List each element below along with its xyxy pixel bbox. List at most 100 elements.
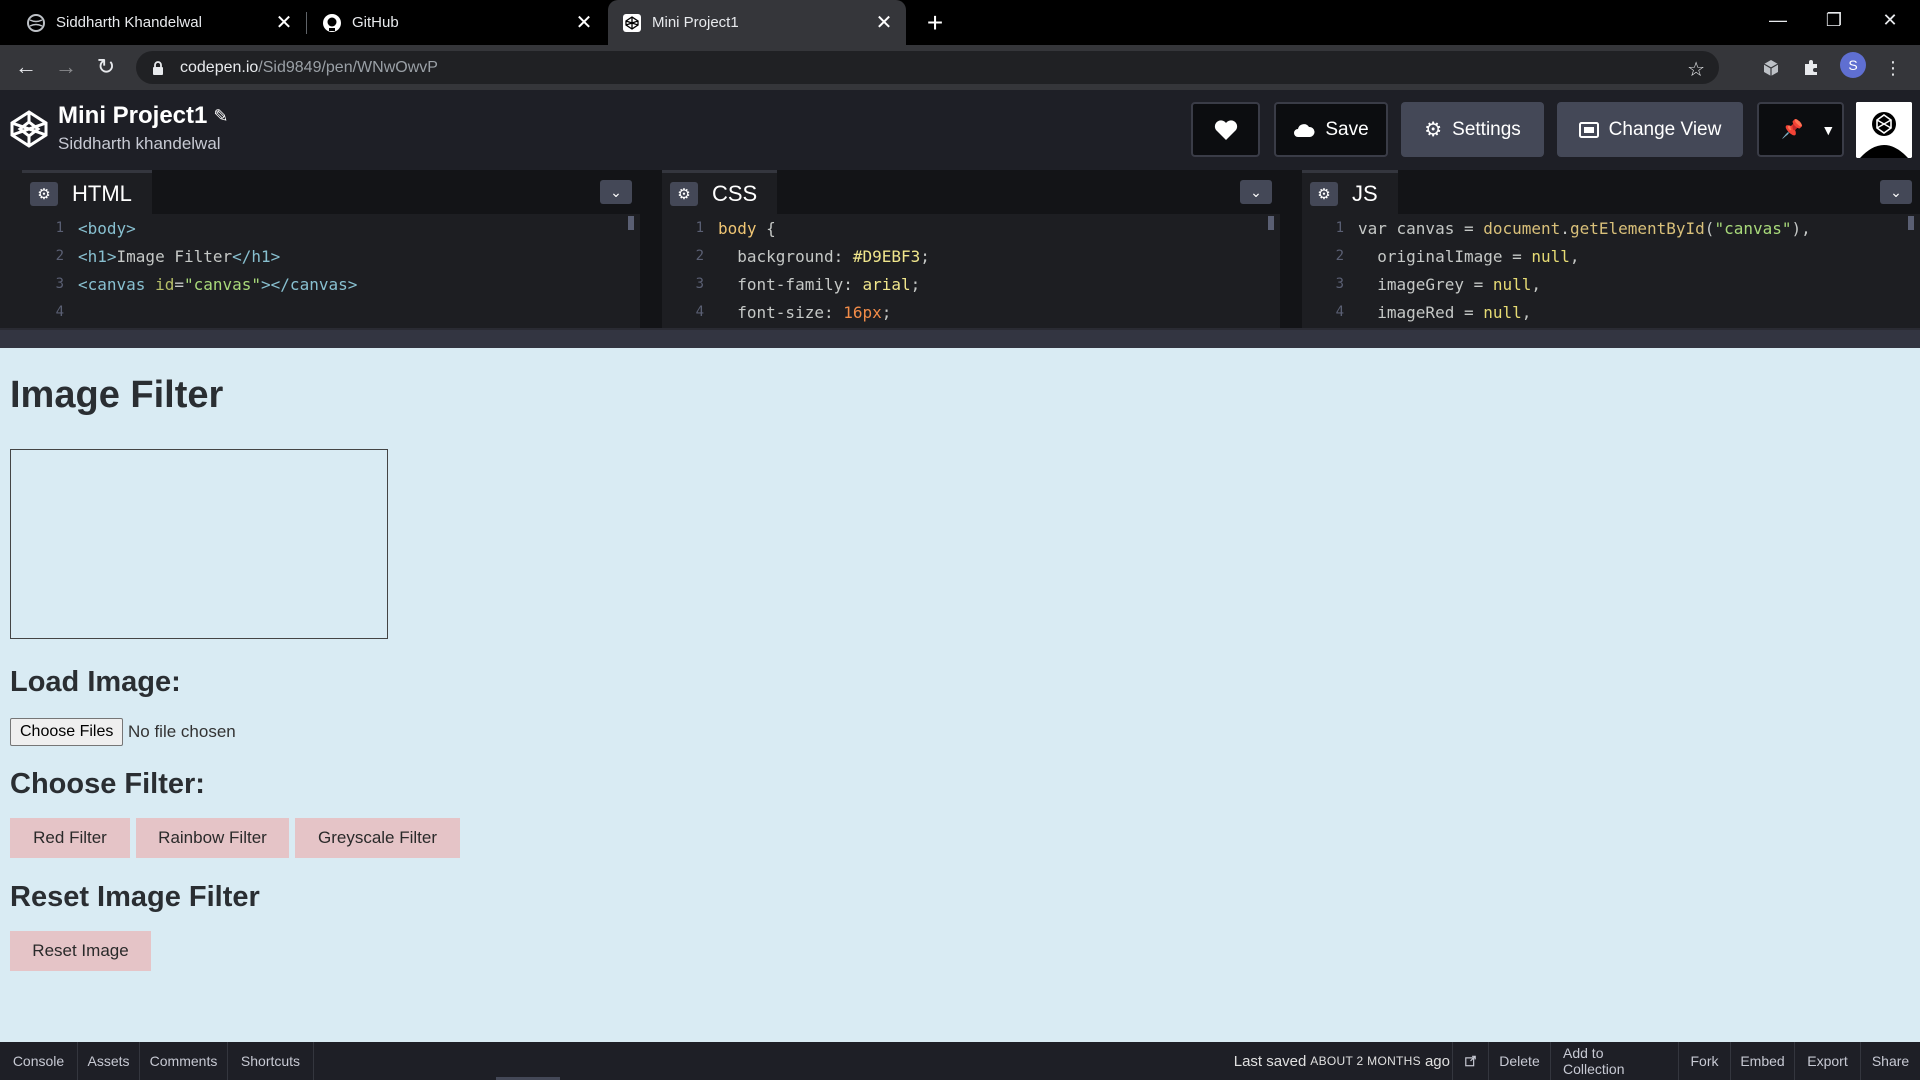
code-line: 3 <canvas id="canvas"></canvas> — [55, 274, 358, 294]
pane-resizer[interactable] — [1280, 170, 1302, 328]
layout-icon — [1578, 121, 1599, 138]
html-code-editor[interactable]: 1 <body> 2 <h1>Image Filter</h1> 3 <canvas … — [22, 214, 640, 328]
js-pane-tab[interactable]: ⚙ JS — [1302, 170, 1398, 214]
code-line: 1 <body> — [55, 218, 136, 238]
bookmark-star-icon[interactable]: ☆ — [1687, 57, 1705, 82]
code-line: 1 var canvas = document.getElementById("c… — [1335, 218, 1811, 238]
browser-menu-icon[interactable]: ⋮ — [1880, 55, 1906, 81]
code-line: 2 originalImage = null, — [1335, 246, 1580, 266]
css-scrollbar[interactable] — [1268, 216, 1274, 230]
gear-icon: ⚙ — [1424, 119, 1443, 141]
minimize-icon[interactable]: — — [1750, 0, 1806, 40]
html-editor-pane: ⚙ HTML ⌄ 1 <body> 2 <h1>Image Filter</h1> … — [22, 170, 640, 328]
forward-arrow-icon[interactable]: → — [50, 51, 82, 83]
js-editor-pane: ⚙ JS ⌄ 1 var canvas = document.getElement… — [1302, 170, 1920, 328]
pen-author[interactable]: Siddharth khandelwal — [58, 134, 221, 154]
new-tab-icon[interactable]: + — [920, 7, 950, 38]
open-external-icon[interactable] — [1452, 1042, 1488, 1080]
close-tab-icon[interactable]: ✕ — [272, 11, 296, 35]
browser-tab-siddharth[interactable]: Siddharth Khandelwal ✕ — [0, 0, 306, 45]
html-pane-tab[interactable]: ⚙ HTML — [22, 170, 152, 214]
shortcuts-button[interactable]: Shortcuts — [228, 1042, 314, 1080]
assets-button[interactable]: Assets — [78, 1042, 140, 1080]
css-settings-gear-icon[interactable]: ⚙ — [670, 181, 698, 206]
console-button[interactable]: Console — [0, 1042, 78, 1080]
codepen-header: Mini Project1 ✎ Siddharth khandelwal Sav… — [0, 90, 1920, 170]
change-view-button[interactable]: Change View — [1557, 102, 1743, 157]
delete-button[interactable]: Delete — [1488, 1042, 1550, 1080]
js-pane-dropdown-chevron-icon[interactable]: ⌄ — [1880, 180, 1912, 204]
code-line: 1 body { — [695, 218, 776, 238]
close-tab-icon[interactable]: ✕ — [872, 11, 896, 35]
close-tab-icon[interactable]: ✕ — [572, 11, 596, 35]
address-bar[interactable]: codepen.io/Sid9849/pen/WNwOwvP ☆ — [136, 51, 1719, 84]
code-line: 3 font-family: arial; — [695, 274, 921, 294]
pen-title[interactable]: Mini Project1 ✎ — [58, 102, 228, 130]
save-button[interactable]: Save — [1274, 102, 1388, 157]
chevron-down-icon: ▼ — [1821, 121, 1836, 138]
extension-cube-icon[interactable] — [1758, 55, 1784, 81]
browser-tab-mini-project[interactable]: Mini Project1 ✕ — [608, 0, 906, 45]
choose-files-button[interactable]: Choose Files — [10, 718, 124, 746]
comments-button[interactable]: Comments — [140, 1042, 228, 1080]
choose-filter-heading: Choose Filter: — [10, 768, 205, 800]
settings-button[interactable]: ⚙ Settings — [1401, 102, 1544, 157]
red-filter-button[interactable]: Red Filter — [10, 818, 130, 858]
css-pane-tab[interactable]: ⚙ CSS — [662, 170, 778, 214]
html-scrollbar[interactable] — [628, 216, 634, 230]
editor-panes: ⚙ HTML ⌄ 1 <body> 2 <h1>Image Filter</h1> … — [0, 170, 1920, 328]
reset-filter-heading: Reset Image Filter — [10, 881, 260, 913]
css-editor-pane: ⚙ CSS ⌄ 1 body { 2 background: #D9EBF3; 3… — [662, 170, 1280, 328]
codepen-icon — [622, 13, 642, 33]
editor-preview-resize-bar[interactable] — [0, 328, 1920, 348]
js-settings-gear-icon[interactable]: ⚙ — [1310, 181, 1338, 206]
pane-resizer[interactable] — [640, 170, 662, 328]
pin-dropdown-button[interactable]: 📌 ▼ — [1757, 102, 1844, 157]
codepen-footer: Console Assets Comments Shortcuts Last s… — [0, 1042, 1920, 1080]
css-code-editor[interactable]: 1 body { 2 background: #D9EBF3; 3 font-fa… — [662, 214, 1280, 328]
reset-image-button[interactable]: Reset Image — [10, 931, 151, 971]
result-preview: Image Filter Load Image: Choose Files No… — [0, 348, 1920, 1042]
tab-title: Mini Project1 — [652, 14, 739, 31]
back-arrow-icon[interactable]: ← — [10, 51, 42, 83]
code-line: 3 imageGrey = null, — [1335, 274, 1542, 294]
code-line: 4 — [55, 304, 64, 320]
export-button[interactable]: Export — [1794, 1042, 1860, 1080]
lock-icon — [150, 60, 166, 76]
css-pane-dropdown-chevron-icon[interactable]: ⌄ — [1240, 180, 1272, 204]
greyscale-filter-button[interactable]: Greyscale Filter — [295, 818, 460, 858]
code-line: 2 background: #D9EBF3; — [695, 246, 930, 266]
add-to-collection-button[interactable]: Add to Collection — [1550, 1042, 1678, 1080]
image-canvas — [10, 449, 388, 639]
pin-icon: 📌 — [1781, 119, 1804, 139]
like-heart-button[interactable] — [1191, 102, 1260, 157]
window-close-icon[interactable]: ✕ — [1862, 0, 1918, 40]
url-text: codepen.io/Sid9849/pen/WNwOwvP — [180, 58, 438, 76]
code-line: 4 imageRed = null, — [1335, 302, 1532, 322]
heart-icon — [1214, 119, 1238, 141]
pane-resizer[interactable] — [0, 170, 22, 328]
profile-avatar[interactable]: S — [1840, 52, 1866, 78]
share-button[interactable]: Share — [1860, 1042, 1920, 1080]
preview-heading: Image Filter — [10, 374, 224, 416]
codepen-logo-icon[interactable] — [8, 108, 50, 150]
user-avatar[interactable] — [1856, 102, 1912, 158]
html-pane-dropdown-chevron-icon[interactable]: ⌄ — [600, 180, 632, 204]
restore-icon[interactable]: ❐ — [1806, 0, 1862, 40]
rainbow-filter-button[interactable]: Rainbow Filter — [136, 818, 289, 858]
html-settings-gear-icon[interactable]: ⚙ — [30, 181, 58, 206]
code-line: 2 <h1>Image Filter</h1> — [55, 246, 281, 266]
js-scrollbar[interactable] — [1908, 216, 1914, 230]
fork-button[interactable]: Fork — [1678, 1042, 1730, 1080]
js-code-editor[interactable]: 1 var canvas = document.getElementById("c… — [1302, 214, 1920, 328]
reload-icon[interactable]: ↻ — [90, 51, 122, 83]
extensions-puzzle-icon[interactable] — [1798, 55, 1824, 81]
last-saved-status: Last saved ABOUT 2 MONTHS ago — [1233, 1052, 1450, 1070]
embed-button[interactable]: Embed — [1730, 1042, 1794, 1080]
edit-pencil-icon[interactable]: ✎ — [213, 106, 228, 127]
load-image-heading: Load Image: — [10, 666, 181, 698]
tab-title: GitHub — [352, 14, 399, 31]
cloud-icon — [1293, 122, 1315, 138]
github-icon — [322, 13, 342, 33]
browser-tab-github[interactable]: GitHub ✕ — [306, 0, 606, 45]
